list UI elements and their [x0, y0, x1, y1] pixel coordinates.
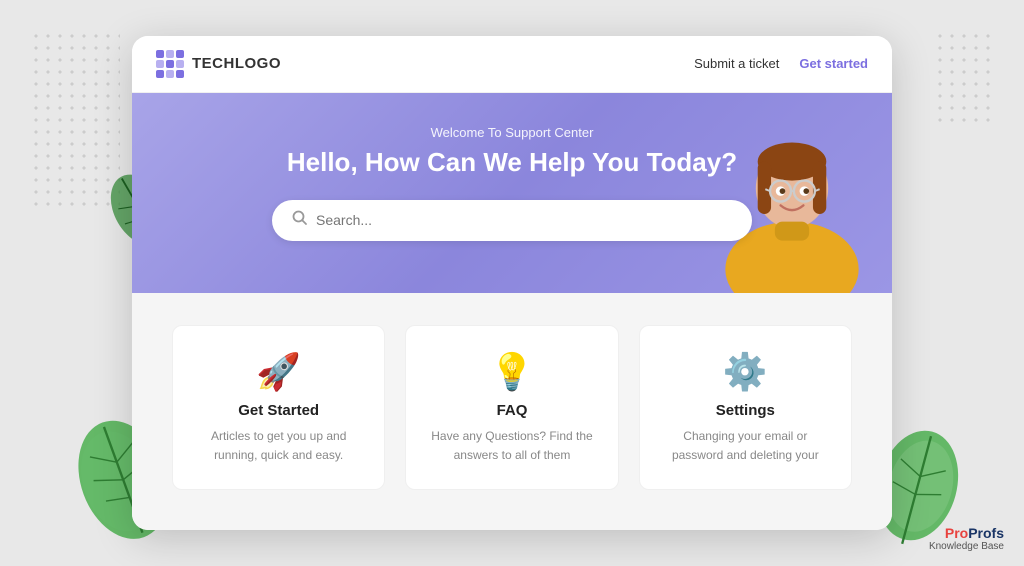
- proprofs-profs: Profs: [968, 525, 1004, 541]
- search-input[interactable]: [316, 212, 732, 228]
- proprofs-name: ProProfs: [929, 526, 1004, 541]
- search-icon: [292, 210, 308, 231]
- proprofs-pro: Pro: [945, 525, 968, 541]
- dot-pattern-right: [934, 30, 994, 130]
- logo-dot-8: [166, 70, 174, 78]
- settings-card[interactable]: ⚙️ Settings Changing your email or passw…: [639, 325, 852, 490]
- submit-ticket-link[interactable]: Submit a ticket: [694, 56, 779, 71]
- faq-card[interactable]: 💡 FAQ Have any Questions? Find the answe…: [405, 325, 618, 490]
- logo-grid-icon: [156, 50, 184, 78]
- proprofs-brand: ProProfs Knowledge Base: [929, 526, 1004, 552]
- hero-subtitle: Welcome To Support Center: [172, 125, 852, 140]
- logo-dot-7: [156, 70, 164, 78]
- logo-dot-4: [156, 60, 164, 68]
- hero-section: Welcome To Support Center Hello, How Can…: [132, 93, 892, 293]
- main-card: TECHLOGO Submit a ticket Get started Wel…: [132, 36, 892, 530]
- get-started-card[interactable]: 🚀 Get Started Articles to get you up and…: [172, 325, 385, 490]
- logo-dot-5: [166, 60, 174, 68]
- cards-grid: 🚀 Get Started Articles to get you up and…: [172, 325, 852, 490]
- logo-dot-3: [176, 50, 184, 58]
- cards-section: 🚀 Get Started Articles to get you up and…: [132, 293, 892, 530]
- faq-card-desc: Have any Questions? Find the answers to …: [426, 427, 597, 465]
- rocket-icon: 🚀: [256, 354, 301, 390]
- logo-dot-6: [176, 60, 184, 68]
- logo-dot-9: [176, 70, 184, 78]
- hero-title: Hello, How Can We Help You Today?: [172, 146, 852, 180]
- logo-area: TECHLOGO: [156, 50, 281, 78]
- settings-icon: ⚙️: [723, 354, 768, 390]
- logo-dot-1: [156, 50, 164, 58]
- logo-dot-2: [166, 50, 174, 58]
- get-started-nav-link[interactable]: Get started: [799, 56, 868, 71]
- logo-text: TECHLOGO: [192, 55, 281, 72]
- hero-text-area: Welcome To Support Center Hello, How Can…: [172, 125, 852, 241]
- navbar-right: Submit a ticket Get started: [694, 56, 868, 71]
- proprofs-subtitle: Knowledge Base: [929, 541, 1004, 552]
- get-started-card-title: Get Started: [238, 402, 319, 419]
- faq-card-title: FAQ: [497, 402, 528, 419]
- get-started-card-desc: Articles to get you up and running, quic…: [193, 427, 364, 465]
- search-bar[interactable]: [272, 200, 752, 241]
- lightbulb-icon: 💡: [490, 354, 535, 390]
- settings-card-desc: Changing your email or password and dele…: [660, 427, 831, 465]
- settings-card-title: Settings: [716, 402, 775, 419]
- navbar: TECHLOGO Submit a ticket Get started: [132, 36, 892, 93]
